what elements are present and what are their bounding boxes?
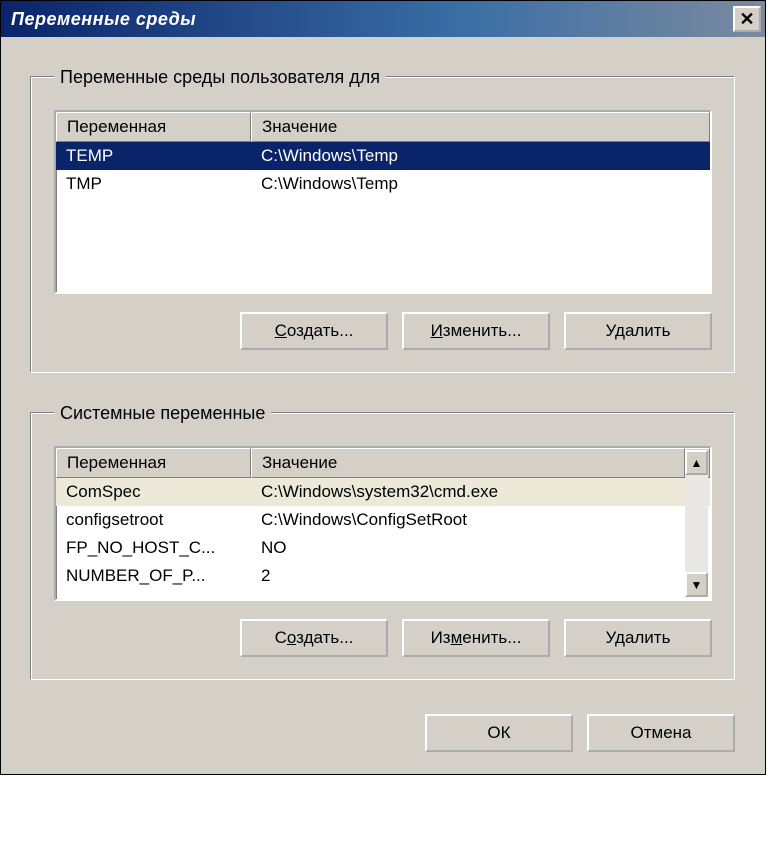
user-create-button[interactable]: Создать... xyxy=(240,312,388,350)
listview-header: Переменная Значение xyxy=(56,112,710,142)
titlebar[interactable]: Переменные среды ✕ xyxy=(1,1,765,37)
system-variables-listview[interactable]: Переменная Значение ComSpec C:\Windows\s… xyxy=(54,446,712,601)
triangle-up-icon: ▲ xyxy=(691,456,703,470)
cell-variable: NUMBER_OF_P... xyxy=(56,564,251,588)
table-row[interactable]: configsetroot C:\Windows\ConfigSetRoot xyxy=(56,506,710,534)
triangle-down-icon: ▼ xyxy=(691,578,703,592)
cell-value: C:\Windows\Temp xyxy=(251,144,710,168)
system-edit-button[interactable]: Изменить... xyxy=(402,619,550,657)
environment-variables-window: Переменные среды ✕ Переменные среды поль… xyxy=(0,0,766,775)
cancel-button[interactable]: Отмена xyxy=(587,714,735,752)
system-variables-group: Системные переменные Переменная Значение… xyxy=(31,403,735,680)
table-row[interactable]: ComSpec C:\Windows\system32\cmd.exe xyxy=(56,478,710,506)
close-icon: ✕ xyxy=(739,10,754,28)
system-create-button[interactable]: Создать... xyxy=(240,619,388,657)
cell-variable: ComSpec xyxy=(56,480,251,504)
column-header-variable[interactable]: Переменная xyxy=(56,448,251,478)
column-header-variable[interactable]: Переменная xyxy=(56,112,251,142)
scrollbar-track[interactable] xyxy=(685,475,708,572)
column-header-value[interactable]: Значение xyxy=(251,112,710,142)
scroll-up-button[interactable]: ▲ xyxy=(685,450,708,475)
column-header-value[interactable]: Значение xyxy=(251,448,685,478)
user-variables-buttons: Создать... Изменить... Удалить xyxy=(54,312,712,350)
table-row[interactable]: TEMP C:\Windows\Temp xyxy=(56,142,710,170)
cell-value: NO xyxy=(251,536,710,560)
cell-value: C:\Windows\Temp xyxy=(251,172,710,196)
cell-value: C:\Windows\ConfigSetRoot xyxy=(251,508,710,532)
system-variables-legend: Системные переменные xyxy=(54,403,271,424)
cell-value: 2 xyxy=(251,564,710,588)
scroll-down-button[interactable]: ▼ xyxy=(685,572,708,597)
client-area: Переменные среды пользователя для Переме… xyxy=(1,37,765,774)
listview-header: Переменная Значение xyxy=(56,448,710,478)
user-variables-legend: Переменные среды пользователя для xyxy=(54,67,386,88)
cell-variable: TMP xyxy=(56,172,251,196)
table-row[interactable]: TMP C:\Windows\Temp xyxy=(56,170,710,198)
listview-rows: ComSpec C:\Windows\system32\cmd.exe conf… xyxy=(56,478,710,590)
cell-variable: configsetroot xyxy=(56,508,251,532)
system-variables-buttons: Создать... Изменить... Удалить xyxy=(54,619,712,657)
system-delete-button[interactable]: Удалить xyxy=(564,619,712,657)
ok-button[interactable]: ОК xyxy=(425,714,573,752)
user-delete-button[interactable]: Удалить xyxy=(564,312,712,350)
cell-value: C:\Windows\system32\cmd.exe xyxy=(251,480,710,504)
scrollbar[interactable]: ▲ ▼ xyxy=(685,450,708,597)
user-variables-listview[interactable]: Переменная Значение TEMP C:\Windows\Temp… xyxy=(54,110,712,294)
listview-rows: TEMP C:\Windows\Temp TMP C:\Windows\Temp xyxy=(56,142,710,198)
user-variables-group: Переменные среды пользователя для Переме… xyxy=(31,67,735,373)
window-title: Переменные среды xyxy=(11,9,196,30)
dialog-footer: ОК Отмена xyxy=(31,710,735,752)
table-row[interactable]: FP_NO_HOST_C... NO xyxy=(56,534,710,562)
close-button[interactable]: ✕ xyxy=(733,6,761,32)
cell-variable: TEMP xyxy=(56,144,251,168)
table-row[interactable]: NUMBER_OF_P... 2 xyxy=(56,562,710,590)
cell-variable: FP_NO_HOST_C... xyxy=(56,536,251,560)
user-edit-button[interactable]: Изменить... xyxy=(402,312,550,350)
